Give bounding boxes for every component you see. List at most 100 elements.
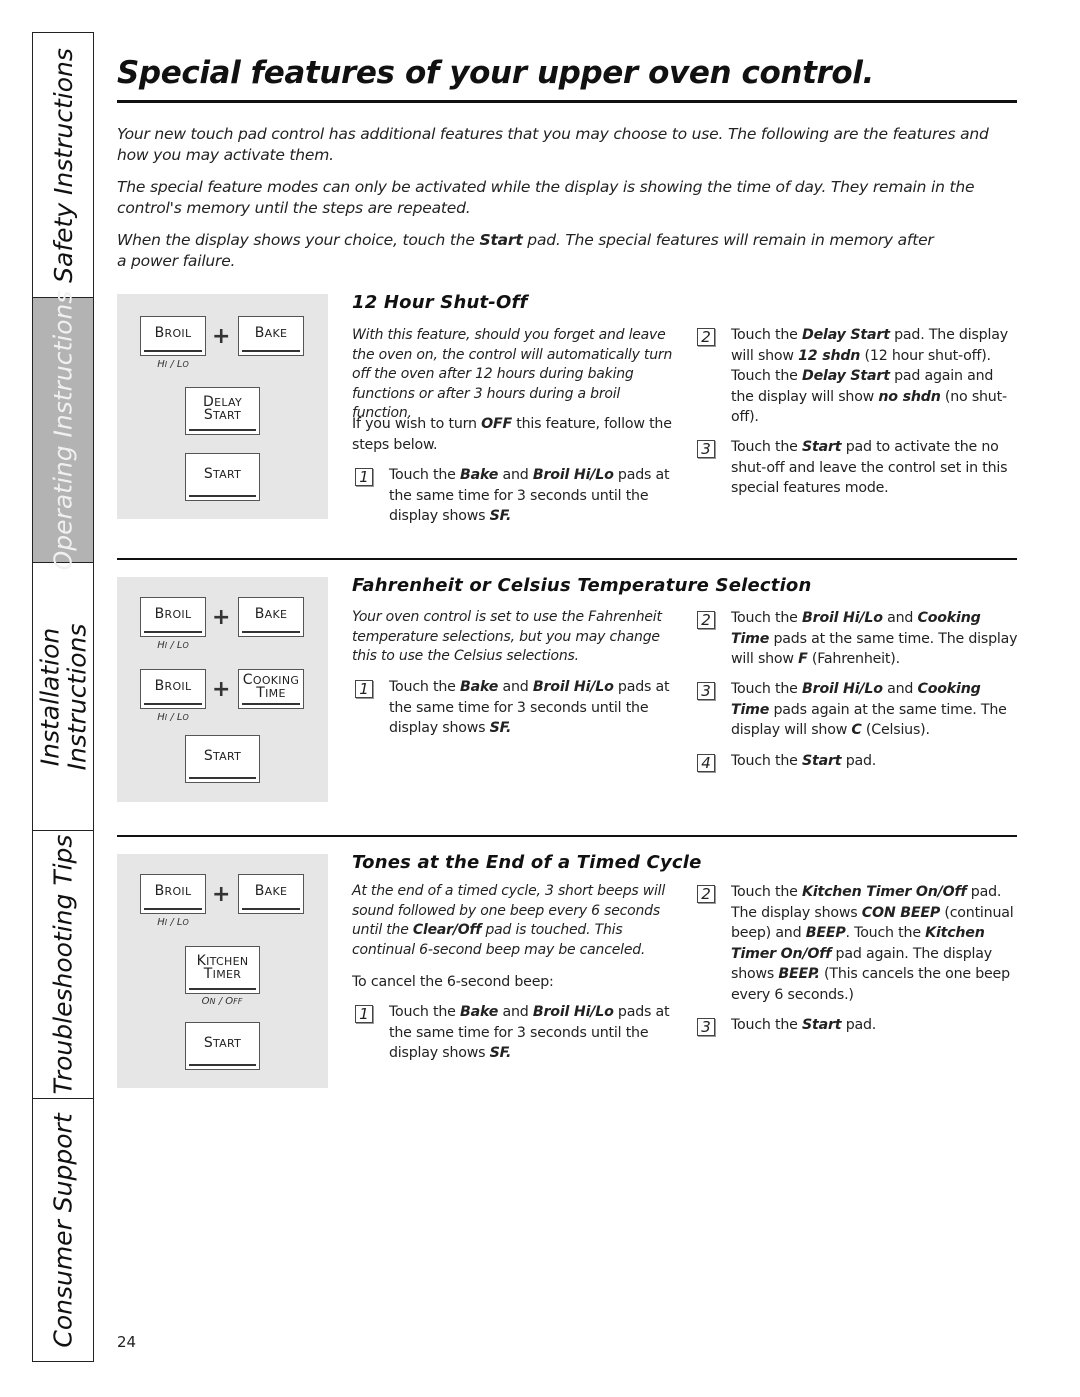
bake-pad: BAKE [238, 874, 304, 914]
step-number-box: 3 [697, 682, 715, 700]
pad-label: BROIL [154, 606, 192, 622]
step-item: 2 Touch the Broil Hi/Lo and Cooking Time … [697, 608, 1022, 670]
pad-label: START [203, 466, 242, 482]
delay-start-pad: DELAY START [185, 387, 260, 435]
broil-pad: BROIL [140, 669, 206, 709]
step-number-box: 2 [697, 328, 715, 346]
pad-label: BAKE [254, 606, 288, 622]
step-text: Touch the Start pad to activate the no s… [731, 439, 1008, 496]
side-tab-label: Consumer Support [48, 1112, 78, 1348]
step-text: Touch the Broil Hi/Lo and Cooking Time p… [731, 610, 1018, 667]
on-off-label: ON / OFF [201, 996, 243, 1007]
step-text: Touch the Bake and Broil Hi/Lo pads at t… [389, 467, 670, 524]
pad-label-line: TIME [256, 684, 286, 701]
page-title: Special features of your upper oven cont… [117, 55, 874, 91]
plus-icon: + [212, 677, 231, 702]
hi-lo-label: HI / LO [157, 917, 189, 928]
step-number-box: 3 [697, 440, 715, 458]
start-pad: START [185, 1022, 260, 1070]
side-tab-consumer-support[interactable]: Consumer Support [33, 1099, 93, 1361]
step-text: Touch the Kitchen Timer On/Off pad. The … [731, 884, 1014, 1003]
step-text: Touch the Delay Start pad. The display w… [731, 327, 1008, 425]
step-item: 2 Touch the Delay Start pad. The display … [697, 325, 1017, 428]
side-tab-troubleshooting-tips[interactable]: Troubleshooting Tips [33, 831, 93, 1099]
step-item: 3 Touch the Start pad to activate the no … [697, 437, 1017, 499]
step-item: 4 Touch the Start pad. [697, 751, 1017, 772]
title-rule [117, 100, 1017, 103]
step-item: 3 Touch the Start pad. [697, 1015, 1017, 1036]
step-item: 1 Touch the Bake and Broil Hi/Lo pads at … [355, 677, 675, 739]
section-heading-tones: Tones at the End of a Timed Cycle [352, 852, 702, 873]
step-number-box: 2 [697, 611, 715, 629]
section-note: To cancel the 6-second beep: [352, 974, 554, 990]
section-description: Your oven control is set to use the Fahr… [352, 609, 662, 664]
side-tab-label: Installation Instructions [35, 623, 92, 770]
note-emphasis: OFF [481, 416, 512, 432]
side-tab-label-line2: Instructions [62, 623, 92, 770]
step-text: Touch the Broil Hi/Lo and Cooking Time p… [731, 681, 1007, 738]
kitchen-timer-pad: KITCHEN TIMER [185, 946, 260, 994]
step-number-box: 1 [355, 1005, 373, 1023]
section-note: If you wish to turn OFF this feature, fo… [352, 414, 682, 455]
step-number-box: 1 [355, 680, 373, 698]
section-heading-12-hour-shutoff: 12 Hour Shut-Off [352, 292, 528, 313]
section-description: At the end of a timed cycle, 3 short bee… [352, 883, 666, 958]
side-tab-label: Operating Instructions [48, 290, 78, 570]
keypad-illustration-tones: BROIL HI / LO + BAKE KITCHEN TIMER ON / O… [117, 854, 328, 1088]
intro-start-emphasis: Start [479, 231, 523, 249]
hi-lo-label: HI / LO [157, 640, 189, 651]
pad-label: START [203, 1035, 242, 1051]
broil-pad: BROIL [140, 597, 206, 637]
bake-pad: BAKE [238, 597, 304, 637]
section-description: With this feature, should you forget and… [352, 327, 673, 421]
note-text: If you wish to turn [352, 416, 482, 432]
pad-label: DELAY START [203, 395, 242, 423]
hi-lo-label: HI / LO [157, 359, 189, 370]
pad-label: BROIL [154, 678, 192, 694]
intro-text: When the display shows your choice, touc… [117, 231, 480, 249]
pad-label: KITCHEN TIMER [197, 954, 249, 982]
step-item: 3 Touch the Broil Hi/Lo and Cooking Time … [697, 679, 1017, 741]
pad-label: BAKE [254, 325, 288, 341]
intro-paragraph-2: The special feature modes can only be ac… [117, 178, 975, 217]
step-item: 1 Touch the Bake and Broil Hi/Lo pads at … [355, 1002, 675, 1064]
pad-label: BAKE [254, 883, 288, 899]
plus-icon: + [212, 605, 231, 630]
plus-icon: + [212, 324, 231, 349]
section-divider [117, 835, 1017, 837]
hi-lo-label: HI / LO [157, 712, 189, 723]
side-tab-label-line1: Installation [35, 627, 65, 766]
pad-label: START [203, 748, 242, 764]
side-tab-installation-instructions[interactable]: Installation Instructions [33, 563, 93, 831]
bake-pad: BAKE [238, 316, 304, 356]
broil-pad: BROIL [140, 316, 206, 356]
side-tab-operating-instructions[interactable]: Operating Instructions [33, 290, 93, 570]
keypad-illustration-temperature: BROIL HI / LO + BAKE BROIL HI / LO + COO… [117, 577, 328, 802]
pad-label: COOKING TIME [242, 671, 300, 701]
side-tab-label: Safety Instructions [48, 47, 78, 283]
side-navigation-tabs: Safety Instructions Operating Instructio… [32, 32, 94, 1362]
plus-icon: + [212, 882, 231, 907]
start-pad: START [185, 453, 260, 501]
step-number-box: 4 [697, 754, 715, 772]
section-divider [117, 558, 1017, 560]
pad-label-line: TIMER [203, 965, 242, 982]
pad-label: BROIL [154, 325, 192, 341]
keypad-illustration-shutoff: BROIL HI / LO + BAKE DELAY START START [117, 294, 328, 519]
broil-pad: BROIL [140, 874, 206, 914]
step-text: Touch the Start pad. [731, 753, 877, 769]
pad-label-line: START [203, 406, 242, 423]
page-number: 24 [117, 1333, 137, 1351]
pad-label-line: COOKING [242, 671, 300, 688]
step-number-box: 3 [697, 1018, 715, 1036]
pad-label: BROIL [154, 883, 192, 899]
side-tab-label: Troubleshooting Tips [48, 834, 78, 1095]
intro-paragraph-3: When the display shows your choice, touc… [117, 230, 947, 272]
step-number-box: 1 [355, 468, 373, 486]
start-pad: START [185, 735, 260, 783]
cooking-time-pad: COOKING TIME [238, 669, 304, 709]
section-heading-temperature-selection: Fahrenheit or Celsius Temperature Select… [352, 575, 812, 596]
step-text: Touch the Bake and Broil Hi/Lo pads at t… [389, 679, 670, 736]
side-tab-safety-instructions[interactable]: Safety Instructions [33, 33, 93, 298]
step-number-box: 2 [697, 885, 715, 903]
